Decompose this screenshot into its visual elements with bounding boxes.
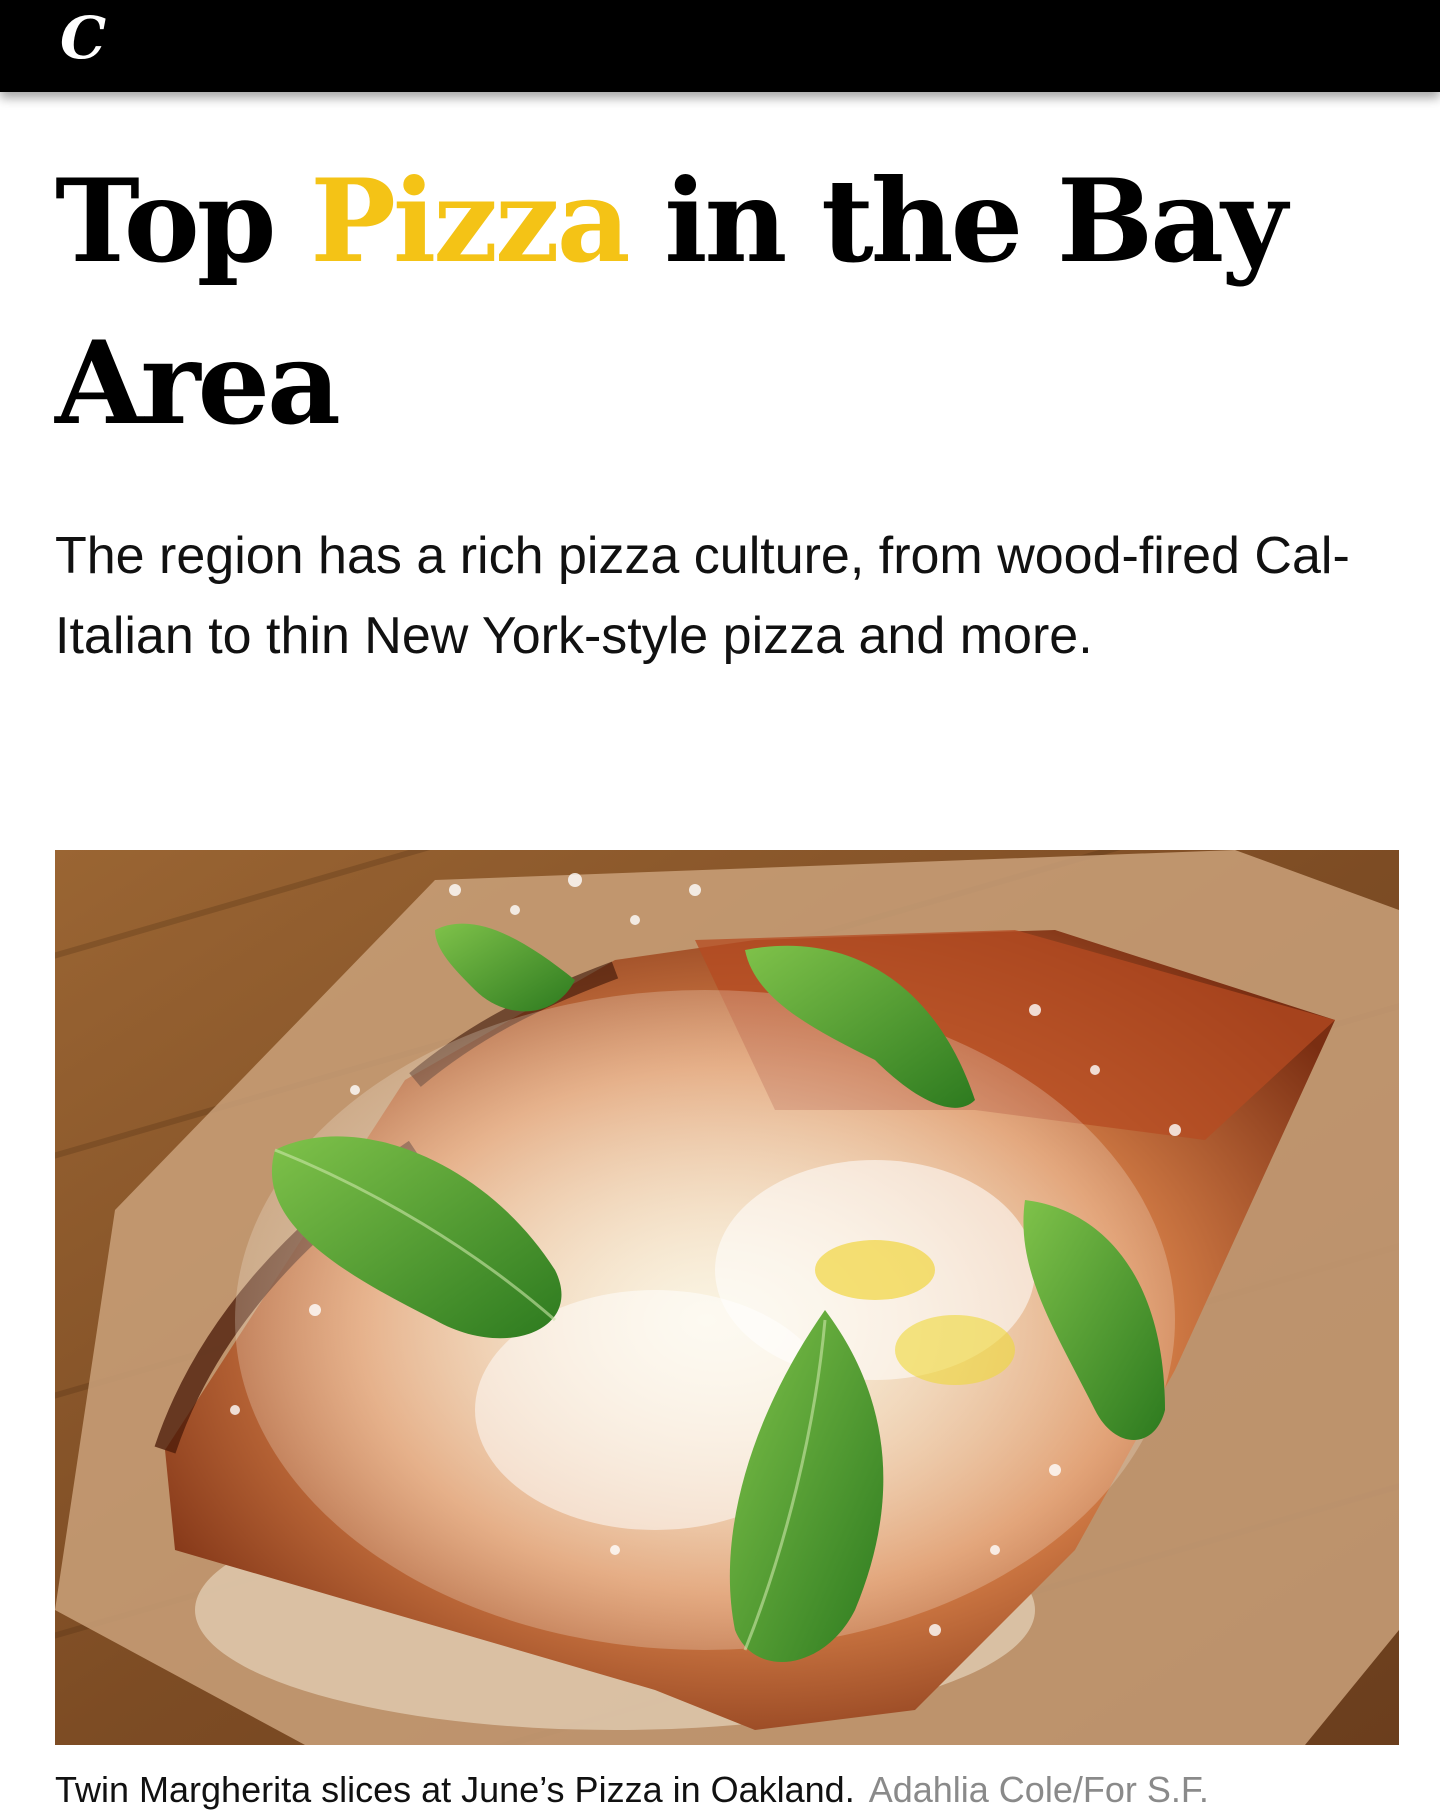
headline-highlight: Pizza (310, 154, 630, 288)
photo-credit: Adahlia Cole/For S.F. (868, 1769, 1209, 1810)
article-dek: The region has a rich pizza culture, fro… (55, 527, 1350, 665)
page-title: Top Pizza in the Bay Area (55, 140, 1400, 464)
caption-text: Twin Margherita slices at June’s Pizza i… (55, 1769, 855, 1810)
hero-image[interactable] (55, 850, 1399, 1745)
pizza-photo-illustration (55, 850, 1399, 1745)
image-caption: Twin Margherita slices at June’s Pizza i… (55, 1768, 1399, 1812)
headline-part-1: Top (55, 154, 311, 288)
top-bar: C (0, 0, 1440, 92)
chronicle-logo[interactable]: C (60, 6, 106, 70)
article-header: Top Pizza in the Bay Area The region has… (55, 140, 1400, 676)
